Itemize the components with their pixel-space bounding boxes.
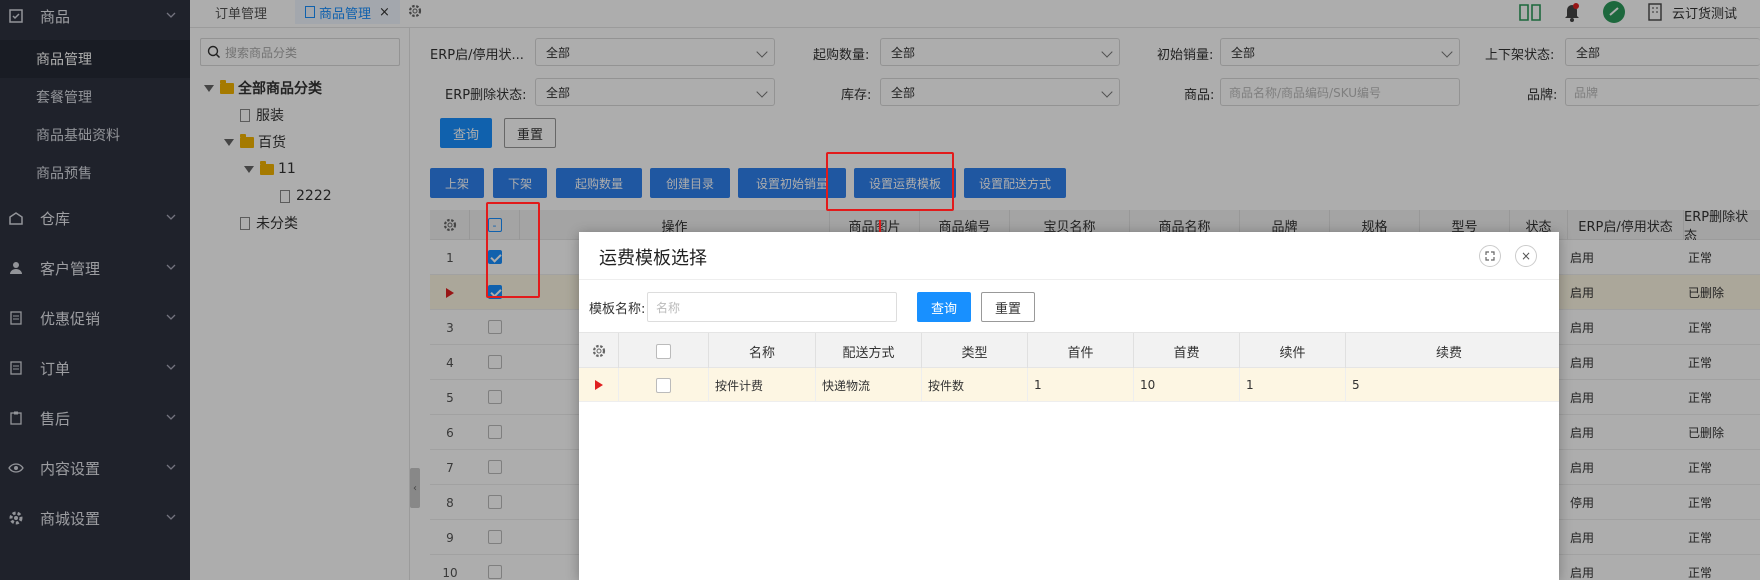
modal-header: 运费模板选择 × bbox=[579, 232, 1559, 280]
cell-first-fee: 10 bbox=[1134, 368, 1240, 402]
modal-select-all-cell[interactable] bbox=[619, 333, 709, 369]
template-name-input[interactable]: 名称 bbox=[647, 292, 897, 322]
gear-icon bbox=[592, 344, 605, 358]
cell-extra-fee: 5 bbox=[1352, 378, 1360, 392]
table-row[interactable]: 按件计费 快递物流 按件数 1 10 1 5 bbox=[579, 368, 1559, 402]
modal-reset-button[interactable]: 重置 bbox=[981, 292, 1035, 322]
row-checkbox-cell[interactable] bbox=[619, 368, 709, 402]
annotation-box-freight-button bbox=[826, 152, 954, 211]
col-header-first-fee: 首费 bbox=[1134, 333, 1240, 369]
close-button[interactable]: × bbox=[1515, 245, 1537, 267]
col-header-extra-qty: 续件 bbox=[1240, 333, 1346, 369]
cell-name: 按件计费 bbox=[709, 368, 816, 402]
row-checkbox[interactable] bbox=[656, 377, 671, 393]
cell-extra-qty: 1 bbox=[1240, 368, 1346, 402]
current-row-icon bbox=[594, 380, 603, 390]
modal-title: 运费模板选择 bbox=[599, 248, 707, 269]
modal-query-button[interactable]: 查询 bbox=[917, 292, 971, 322]
select-all-checkbox[interactable] bbox=[656, 343, 671, 359]
col-header-extra-fee: 续费 bbox=[1436, 345, 1463, 361]
cell-delivery: 快递物流 bbox=[816, 368, 922, 402]
row-marker bbox=[579, 368, 619, 402]
col-header-type: 类型 bbox=[922, 333, 1028, 369]
cell-first-qty: 1 bbox=[1028, 368, 1134, 402]
template-name-label: 模板名称: bbox=[589, 302, 646, 317]
cell-type: 按件数 bbox=[922, 368, 1028, 402]
modal-grid-settings[interactable] bbox=[579, 333, 619, 369]
annotation-box-checkboxes bbox=[486, 202, 540, 298]
col-header-name: 名称 bbox=[709, 333, 816, 369]
col-header-delivery: 配送方式 bbox=[816, 333, 922, 369]
close-icon: × bbox=[1520, 249, 1532, 263]
freight-template-modal: 运费模板选择 × 模板名称: 名称 查询 重置 名称 配送方式 类型 首件 首费… bbox=[579, 232, 1559, 580]
maximize-button[interactable] bbox=[1479, 245, 1501, 267]
col-header-first-qty: 首件 bbox=[1028, 333, 1134, 369]
input-placeholder: 名称 bbox=[656, 300, 681, 315]
modal-table-header: 名称 配送方式 类型 首件 首费 续件 续费 bbox=[579, 332, 1559, 369]
expand-icon bbox=[1485, 251, 1495, 261]
